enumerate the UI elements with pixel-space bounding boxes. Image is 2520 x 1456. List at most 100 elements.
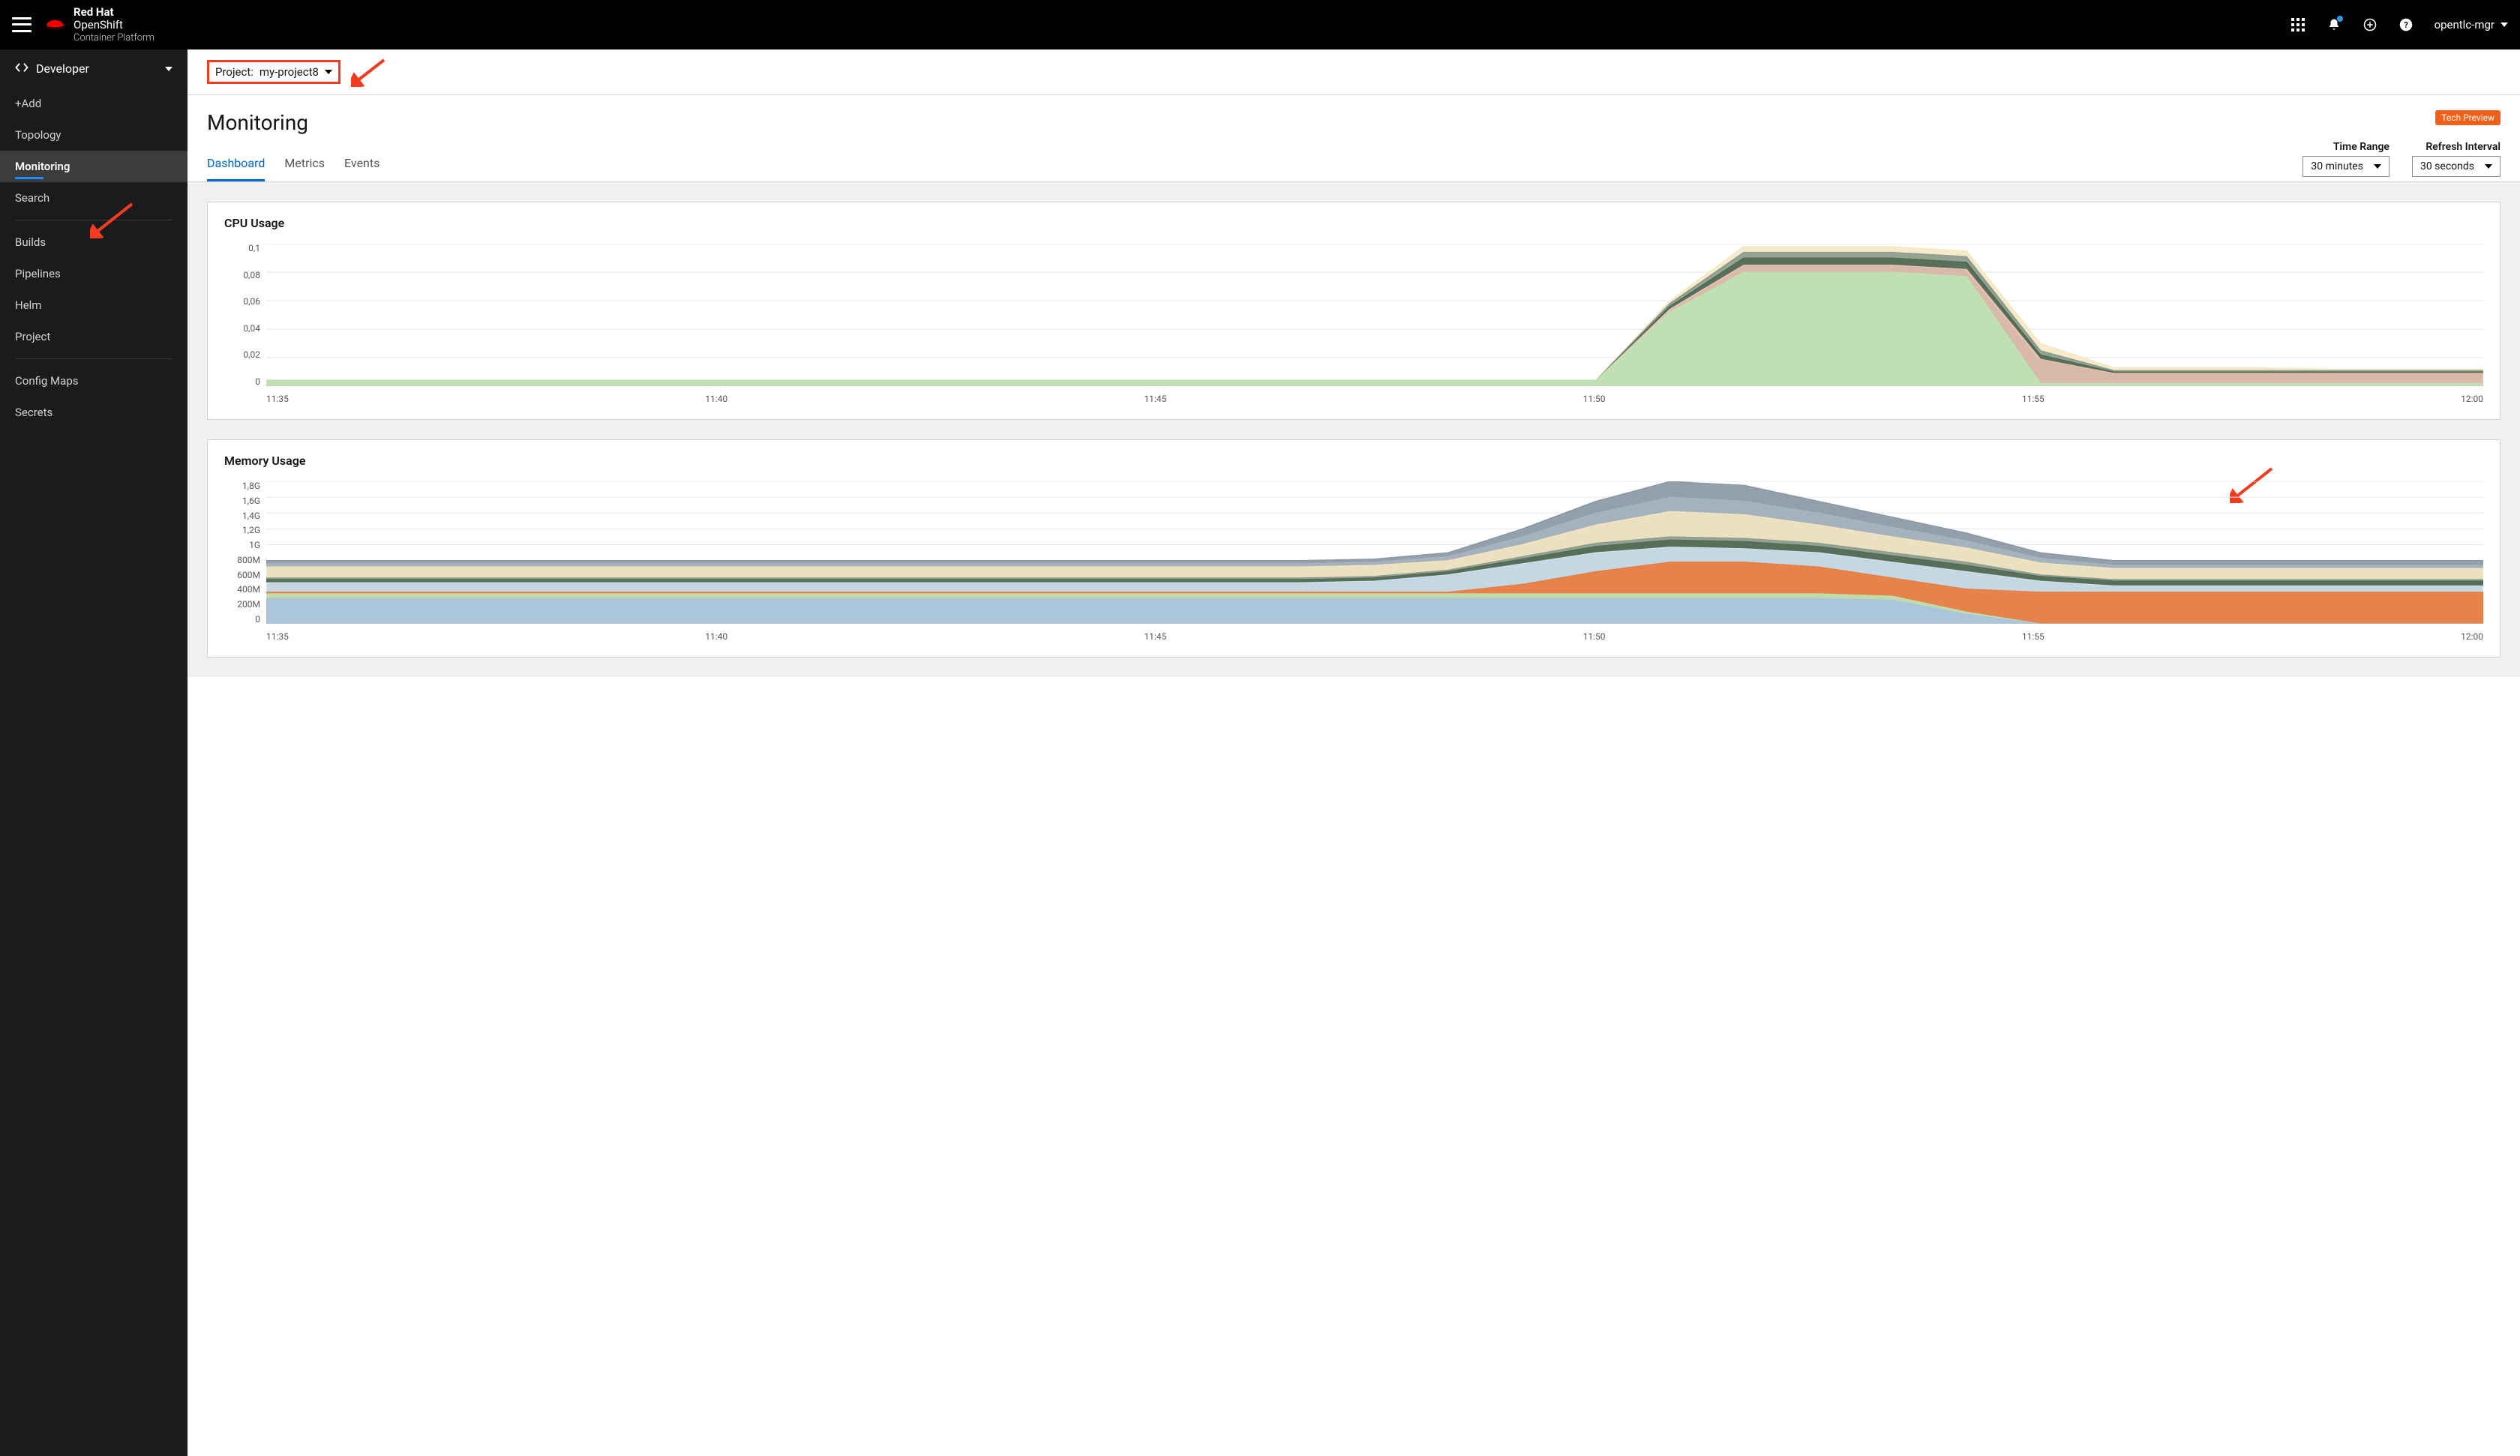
nav-item--add[interactable]: +Add	[0, 88, 188, 119]
code-icon	[15, 61, 28, 76]
user-menu[interactable]: opentlc-mgr	[2434, 18, 2508, 31]
axis-tick: 11:55	[2022, 394, 2044, 409]
axis-tick: 0,04	[243, 324, 260, 333]
plot-area	[266, 244, 2483, 386]
nav-list: +AddTopologyMonitoringSearchBuildsPipeli…	[0, 88, 188, 428]
plus-add-icon[interactable]	[2362, 17, 2378, 32]
axis-tick: 0,08	[243, 271, 260, 280]
sidebar: Developer +AddTopologyMonitoringSearchBu…	[0, 49, 188, 1456]
axis-tick: 11:35	[266, 394, 289, 409]
tech-preview-badge: Tech Preview	[2435, 110, 2500, 125]
dashboard-controls: Time Range 30 minutes Refresh Interval 3…	[2302, 141, 2500, 181]
brand-text: Red Hat OpenShift Container Platform	[74, 6, 154, 43]
time-range-value: 30 minutes	[2311, 160, 2363, 172]
annotation-arrow-icon	[351, 57, 387, 87]
memory-chart[interactable]: 1,8G1,6G1,4G1,2G1G800M600M400M200M0 11:3…	[224, 481, 2483, 646]
user-name: opentlc-mgr	[2434, 18, 2494, 31]
chevron-down-icon	[2374, 164, 2381, 169]
brand-line1: Red Hat	[74, 5, 114, 19]
brand-line2: OpenShift	[74, 18, 123, 31]
nav-item-project[interactable]: Project	[0, 321, 188, 352]
plot-area	[266, 481, 2483, 624]
axis-tick: 1,6G	[242, 496, 260, 505]
time-range-select[interactable]: 30 minutes	[2302, 156, 2390, 177]
chevron-down-icon	[2485, 164, 2492, 169]
nav-separator	[15, 358, 172, 359]
chart-container: 0,1 0,08 0,06 0,04 0,02 0 11:35 11:40 11:45 11:5…	[208, 244, 2500, 419]
axis-tick: 12:00	[2461, 631, 2483, 646]
tabs-row: Dashboard Metrics Events Time Range 30 min…	[188, 141, 2520, 182]
axis-tick: 400M	[237, 585, 260, 594]
tab-events[interactable]: Events	[344, 147, 380, 181]
axis-tick: 200M	[237, 600, 260, 609]
axis-tick: 600M	[237, 571, 260, 580]
main-content: Project: my-project8 Monitoring Tech Pre…	[188, 49, 2520, 1456]
topbar-right: ? opentlc-mgr	[2290, 17, 2508, 32]
project-value: my-project8	[260, 65, 319, 79]
axis-tick: 0,02	[243, 350, 260, 359]
page-header: Monitoring Tech Preview	[188, 95, 2520, 135]
refresh-value: 30 seconds	[2420, 160, 2474, 172]
help-question-icon[interactable]: ?	[2398, 17, 2414, 32]
card-title: CPU Usage	[208, 202, 2500, 244]
svg-text:?: ?	[2404, 20, 2408, 30]
project-bar: Project: my-project8	[188, 49, 2520, 95]
card-title: Memory Usage	[208, 440, 2500, 481]
axis-tick: 800M	[237, 556, 260, 565]
tab-dashboard[interactable]: Dashboard	[207, 147, 265, 181]
axis-tick: 0,06	[243, 297, 260, 306]
chevron-down-icon	[2500, 22, 2508, 27]
nav-item-monitoring[interactable]: Monitoring	[0, 151, 188, 182]
nav-item-config-maps[interactable]: Config Maps	[0, 365, 188, 397]
axis-tick: 1,2G	[242, 526, 260, 535]
card-memory-usage: Memory Usage 1,8G1,6G1,4G1,2G1G800M600M4…	[207, 439, 2500, 658]
axis-tick: 12:00	[2461, 394, 2483, 409]
tabs: Dashboard Metrics Events	[207, 147, 380, 181]
brand-line3: Container Platform	[74, 32, 154, 43]
brand-logo[interactable]: Red Hat OpenShift Container Platform	[45, 6, 154, 43]
axis-tick: 11:40	[705, 394, 728, 409]
axis-tick: 0	[255, 377, 260, 386]
refresh-select[interactable]: 30 seconds	[2412, 156, 2500, 177]
axis-tick: 11:50	[1583, 631, 1606, 646]
topbar: Red Hat OpenShift Container Platform ? o…	[0, 0, 2520, 49]
x-axis-labels: 11:35 11:40 11:45 11:50 11:55 12:00	[266, 627, 2483, 646]
topbar-left: Red Hat OpenShift Container Platform	[12, 6, 154, 43]
axis-tick: 1G	[249, 541, 260, 550]
bell-notifications-icon[interactable]	[2326, 17, 2342, 32]
time-range-control: Time Range 30 minutes	[2302, 141, 2390, 177]
shell: Developer +AddTopologyMonitoringSearchBu…	[0, 49, 2520, 1456]
page-title: Monitoring	[207, 110, 308, 135]
time-range-label: Time Range	[2333, 141, 2390, 153]
cpu-chart[interactable]: 0,1 0,08 0,06 0,04 0,02 0 11:35 11:40 11:45 11:5…	[224, 244, 2483, 409]
nav-item-topology[interactable]: Topology	[0, 119, 188, 151]
chevron-down-icon	[165, 67, 172, 71]
perspective-switcher[interactable]: Developer	[0, 49, 188, 88]
axis-tick: 0,1	[248, 244, 260, 253]
refresh-label: Refresh Interval	[2426, 141, 2500, 153]
tab-metrics[interactable]: Metrics	[284, 147, 325, 181]
axis-tick: 11:45	[1144, 631, 1166, 646]
x-axis-labels: 11:35 11:40 11:45 11:50 11:55 12:00	[266, 389, 2483, 409]
project-selector[interactable]: Project: my-project8	[207, 60, 340, 84]
axis-tick: 11:50	[1583, 394, 1606, 409]
refresh-interval-control: Refresh Interval 30 seconds	[2412, 141, 2500, 177]
hamburger-menu-button[interactable]	[12, 17, 32, 32]
axis-tick: 11:45	[1144, 394, 1166, 409]
axis-tick: 11:55	[2022, 631, 2044, 646]
redhat-fedora-icon	[45, 17, 66, 32]
perspective-label: Developer	[36, 61, 89, 76]
card-cpu-usage: CPU Usage 0,1 0,08 0,06 0,04 0,02 0 11:35 11:4…	[207, 202, 2500, 420]
chevron-down-icon	[325, 70, 332, 74]
y-axis-labels: 1,8G1,6G1,4G1,2G1G800M600M400M200M0	[224, 481, 260, 624]
axis-tick: 0	[255, 615, 260, 624]
chart-container: 1,8G1,6G1,4G1,2G1G800M600M400M200M0 11:3…	[208, 481, 2500, 657]
axis-tick: 11:35	[266, 631, 289, 646]
axis-tick: 1,8G	[242, 481, 260, 490]
nav-item-secrets[interactable]: Secrets	[0, 397, 188, 428]
nav-item-helm[interactable]: Helm	[0, 289, 188, 321]
apps-grid-icon[interactable]	[2290, 17, 2306, 32]
nav-item-pipelines[interactable]: Pipelines	[0, 258, 188, 289]
axis-tick: 11:40	[705, 631, 728, 646]
notification-dot	[2337, 16, 2343, 22]
